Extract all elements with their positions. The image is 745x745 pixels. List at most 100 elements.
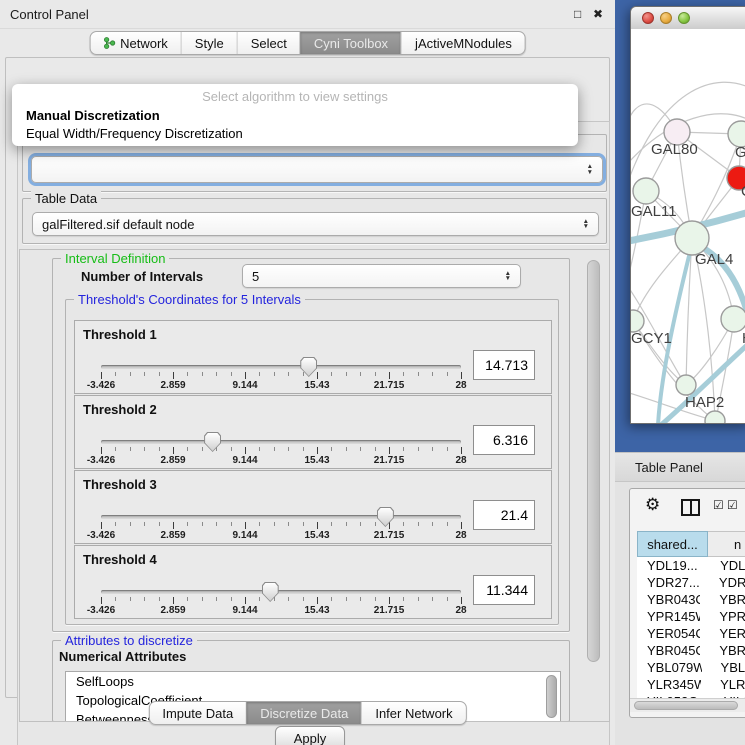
network-node-label: GAL11 (631, 203, 677, 220)
table-data-combo[interactable]: galFiltered.sif default node ▲▼ (32, 212, 599, 236)
num-intervals-label: Number of Intervals (81, 269, 203, 284)
horizontal-scrollbar[interactable] (630, 698, 745, 712)
table-cell[interactable]: YDL1 (701, 557, 745, 574)
num-intervals-combo[interactable]: 5 ▲▼ (242, 264, 521, 288)
network-node[interactable] (705, 411, 725, 423)
top-tab-bar: Network Style Select Cyni Toolbox jActiv… (89, 31, 526, 55)
network-node[interactable] (721, 306, 745, 332)
checkbox-icon[interactable]: ☑ (727, 498, 738, 512)
slider-tick (130, 372, 131, 376)
slider-track[interactable] (101, 440, 461, 444)
network-node[interactable] (633, 178, 659, 204)
slider-scale-label: 9.144 (232, 530, 257, 541)
slider-tick (418, 522, 419, 526)
table-cell[interactable]: YBR0 (700, 642, 745, 659)
close-traffic-light[interactable] (642, 12, 654, 24)
slider-tick (331, 447, 332, 451)
tab-select[interactable]: Select (237, 32, 300, 54)
slider-tick (432, 597, 433, 601)
network-node[interactable] (675, 221, 709, 255)
threshold-value-field[interactable]: 21.4 (473, 500, 535, 530)
column-header-shared-name[interactable]: shared... (637, 531, 708, 557)
network-icon (103, 37, 115, 49)
close-window-icon[interactable]: ✖ (593, 7, 603, 21)
network-node[interactable] (676, 375, 696, 395)
table-cell[interactable]: YBL079W (637, 659, 702, 676)
network-node[interactable] (631, 310, 644, 332)
threshold-value-field[interactable]: 11.344 (473, 575, 535, 605)
slider-scale-label: 9.144 (232, 455, 257, 466)
column-header-name[interactable]: n (708, 531, 745, 557)
slider-tick (115, 597, 116, 601)
apply-button[interactable]: Apply (275, 726, 345, 745)
threshold-panel: Threshold 2 -3.4262.8599.14415.4321.7152… (74, 395, 552, 469)
tab-cyni-toolbox[interactable]: Cyni Toolbox (300, 32, 401, 54)
table-cell[interactable]: YBL0 (702, 659, 745, 676)
table-cell[interactable]: YDR27... (637, 574, 700, 591)
table-cell[interactable]: YBR043C (637, 591, 700, 608)
tab-impute-data[interactable]: Impute Data (149, 702, 246, 724)
slider-tick (303, 447, 304, 451)
table-row[interactable]: YBR045CYBR0 (637, 642, 745, 659)
split-view-icon[interactable] (681, 499, 700, 516)
table-cell[interactable]: YER0 (700, 625, 745, 642)
checkbox-icon[interactable]: ☑ (713, 498, 724, 512)
table-cell[interactable]: YPR145W (637, 608, 700, 625)
slider-tick (144, 597, 145, 601)
slider-tick (303, 597, 304, 601)
dropdown-prompt: Select algorithm to view settings (12, 89, 578, 104)
minimize-traffic-light[interactable] (660, 12, 672, 24)
slider-track[interactable] (101, 515, 461, 519)
table-row[interactable]: YPR145WYPR1 (637, 608, 745, 625)
slider-tick (274, 447, 275, 451)
slider-tick (245, 522, 246, 529)
slider-tick (144, 447, 145, 451)
tab-jactivemnodules[interactable]: jActiveMNodules (401, 32, 525, 54)
threshold-value-field[interactable]: 14.713 (473, 350, 535, 380)
horizontal-scrollbar-thumb[interactable] (634, 701, 738, 710)
slider-track[interactable] (101, 590, 461, 594)
float-window-icon[interactable]: □ (574, 7, 581, 21)
slider-tick (216, 597, 217, 601)
slider-tick (418, 597, 419, 601)
dropdown-option[interactable]: Manual Discretization (15, 107, 575, 125)
table-cell[interactable]: YBR045C (637, 642, 700, 659)
slider-tick (187, 597, 188, 601)
table-cell[interactable]: YBR0 (700, 591, 745, 608)
slider-track[interactable] (101, 365, 461, 369)
table-cell[interactable]: YLR3 (701, 676, 745, 693)
algorithm-combo[interactable]: ▲▼ (31, 156, 603, 183)
gear-icon[interactable]: ⚙ (645, 495, 660, 515)
slider-scale-label: 2.859 (160, 605, 185, 616)
network-node-label: HAP2 (685, 394, 724, 411)
screen: Control Panel □ ✖ Network Style Select C… (0, 0, 745, 745)
tab-discretize-data[interactable]: Discretize Data (246, 702, 361, 724)
table-cell[interactable]: YPR1 (700, 608, 745, 625)
zoom-traffic-light[interactable] (678, 12, 690, 24)
table-row[interactable]: YDL19...YDL1 (637, 557, 745, 574)
slider-tick (418, 372, 419, 376)
tab-label: Impute Data (162, 706, 233, 721)
table-cell[interactable]: YDL19... (637, 557, 701, 574)
network-canvas[interactable]: GAL80GCGAL11GAL4GCY1HHAP2 (631, 29, 745, 423)
tab-style[interactable]: Style (181, 32, 237, 54)
vertical-scrollbar-thumb[interactable] (587, 260, 600, 662)
table-cell[interactable]: YLR345W (637, 676, 701, 693)
threshold-value-field[interactable]: 6.316 (473, 425, 535, 455)
table-cell[interactable]: YER054C (637, 625, 700, 642)
table-row[interactable]: YDR27...YDR2 (637, 574, 745, 591)
attribute-item[interactable]: SelfLoops (66, 672, 560, 691)
tab-infer-network[interactable]: Infer Network (361, 702, 465, 724)
table-cell[interactable]: YDR2 (700, 574, 745, 591)
slider-tick (259, 597, 260, 601)
slider-scale-label: 28 (455, 530, 466, 541)
slider-tick (360, 597, 361, 601)
list-scrollbar-thumb[interactable] (546, 675, 557, 718)
table-row[interactable]: YER054CYER0 (637, 625, 745, 642)
table-row[interactable]: YBR043CYBR0 (637, 591, 745, 608)
table-row[interactable]: YLR345WYLR3 (637, 676, 745, 693)
tab-network[interactable]: Network (90, 32, 181, 54)
network-window-titlebar[interactable] (631, 7, 745, 30)
table-row[interactable]: YBL079WYBL0 (637, 659, 745, 676)
dropdown-option[interactable]: Equal Width/Frequency Discretization (15, 125, 575, 143)
